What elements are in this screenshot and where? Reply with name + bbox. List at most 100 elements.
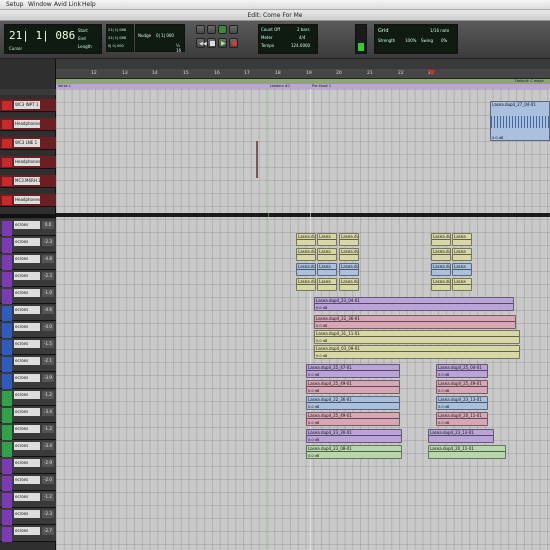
track-header[interactable]: ecroes -3.4 [0, 406, 56, 423]
track-name[interactable]: ecroes [14, 255, 40, 263]
track-io-label[interactable]: Headphones [14, 196, 40, 204]
grid-value[interactable]: 1/16 note [430, 28, 449, 33]
audio-clip[interactable]: Lasea.dup4_25_49-01 0.0 dB [436, 380, 488, 394]
track-volume[interactable]: -2.3 [42, 510, 54, 518]
play-button[interactable]: ▶ [218, 38, 227, 48]
track-header[interactable]: ecroes -1.5 [0, 338, 56, 355]
track-name[interactable]: ecroes [14, 476, 40, 484]
marker-leaders-1[interactable]: Leaders #1 [270, 84, 290, 88]
track-name[interactable]: ecroes [14, 357, 40, 365]
swing-value[interactable]: 0% [441, 38, 447, 43]
track-volume[interactable]: -3.4 [42, 408, 54, 416]
track-io-label[interactable]: Headphones [14, 158, 40, 166]
count-off-button[interactable] [207, 25, 216, 34]
track-volume[interactable]: 0.0 [42, 221, 54, 229]
track-header[interactable]: MC3.M6RH.1 [0, 175, 56, 188]
start-value[interactable]: 21| 1| 086 [108, 28, 126, 32]
menu-window[interactable]: Window [28, 1, 52, 8]
menu-avid-link[interactable]: Avid Link [54, 1, 81, 8]
track-volume[interactable]: -2.3 [42, 272, 54, 280]
audio-clip[interactable]: Lasea.dup4_25_04-01 0.0 dB [436, 364, 488, 378]
track-header[interactable]: ecroes 0.0 [0, 219, 56, 236]
track-name[interactable]: ecroes [14, 289, 40, 297]
track-header[interactable]: ecroes -2.3 [0, 236, 56, 253]
record-button[interactable] [229, 38, 238, 48]
track-header[interactable]: Headphones [0, 194, 56, 207]
zoom-value[interactable]: ½ 16 [176, 43, 184, 53]
track-header[interactable]: ecroes -3.4 [0, 440, 56, 457]
audio-clip[interactable]: Lasea.dup4_22_36-01 0.0 dB [314, 315, 516, 329]
audio-clip[interactable]: Lasea.dup4_23_13-01 [428, 429, 494, 443]
metronome-button[interactable] [229, 25, 238, 34]
track-header[interactable]: ecroes -2.7 [0, 525, 56, 542]
audio-clip[interactable]: Lasea.dup4_25_47-01 0.0 dB [306, 364, 400, 378]
track-header[interactable]: ecroes -2.3 [0, 508, 56, 525]
track-header[interactable]: ecroes -4.6 [0, 304, 56, 321]
track-name[interactable]: ecroes [14, 221, 40, 229]
edit-window-tracks[interactable]: Lasea.dup4_27_04-01 0.0 dB Lasea.dupLase… [56, 89, 550, 550]
audio-clip[interactable]: Lasea.dup4_23_08-01 0.0 dB [306, 445, 402, 459]
audio-clip[interactable]: Lasea [317, 278, 337, 291]
track-io-label[interactable]: Headphones [14, 120, 40, 128]
audio-clip[interactable]: Lasea.dup4_23_13-01 0.0 dB [436, 396, 488, 410]
track-volume[interactable]: -2.9 [42, 459, 54, 467]
track-header[interactable]: ecroes -2.9 [0, 457, 56, 474]
track-volume[interactable]: -1.2 [42, 493, 54, 501]
track-volume[interactable]: -3.9 [42, 374, 54, 382]
audio-clip[interactable]: Lasea [452, 248, 472, 261]
track-name[interactable]: ecroes [14, 306, 40, 314]
track-volume[interactable]: -1.2 [42, 391, 54, 399]
track-header[interactable]: ecroes -4.0 [0, 321, 56, 338]
main-counter[interactable]: 21| 1| 086 [9, 29, 75, 42]
playhead-marker-icon[interactable] [429, 70, 435, 75]
online-button[interactable] [196, 25, 205, 34]
strength-value[interactable]: 100% [405, 38, 416, 43]
audio-clip[interactable]: Lasea.dup [339, 233, 359, 246]
track-io-label[interactable]: MC3.M6RH.1 [14, 177, 40, 185]
track-name[interactable]: ecroes [14, 459, 40, 467]
track-volume[interactable]: -1.2 [42, 425, 54, 433]
audio-clip[interactable]: Lasea.dup4_20_11-01 0.0 dB [436, 412, 488, 426]
track-name[interactable]: ecroes [14, 425, 40, 433]
audio-clip[interactable]: Lasea.dup [296, 248, 316, 261]
track-header[interactable]: ecroes -1.2 [0, 389, 56, 406]
track-header[interactable]: WC3 INPT 1 [0, 99, 56, 112]
audio-clip[interactable]: Lasea.dup4_25_49-01 0.0 dB [306, 380, 400, 394]
audio-clip[interactable]: Lasea.dup4_23_04-01 0.0 dB [314, 297, 514, 311]
wait-for-note-button[interactable] [218, 25, 227, 34]
marker-verse-1[interactable]: Verse 1 [58, 84, 71, 88]
audio-clip[interactable]: Lasea.dup [339, 263, 359, 276]
track-volume[interactable]: -1.0 [42, 289, 54, 297]
audio-clip[interactable]: Lasea.dup4_25_49-01 0.0 dB [306, 412, 400, 426]
audio-clip[interactable]: Lasea.dup4_31_11-01 0.0 dB [314, 330, 520, 344]
track-volume[interactable]: -2.3 [42, 238, 54, 246]
track-volume[interactable]: -2.1 [42, 357, 54, 365]
audio-clip[interactable]: Lasea.dup [339, 278, 359, 291]
track-header[interactable]: ecroes -3.9 [0, 372, 56, 389]
rewind-button[interactable]: ◀◀ [196, 38, 207, 48]
audio-clip-top[interactable]: Lasea.dup4_27_04-01 0.0 dB [490, 101, 550, 141]
track-header[interactable]: WC3 LNE 1 [0, 137, 56, 150]
audio-clip[interactable]: Lasea.dup [431, 233, 451, 246]
audio-clip[interactable]: Lasea.dup [339, 248, 359, 261]
track-name[interactable]: ecroes [14, 408, 40, 416]
marker-pre-hook-1[interactable]: Pre-Hook 1 [312, 84, 331, 88]
track-io-label[interactable]: WC3 INPT 1 [14, 101, 40, 109]
track-volume[interactable]: -3.4 [42, 442, 54, 450]
menu-setup[interactable]: Setup [6, 1, 23, 8]
audio-clip[interactable]: Lasea [452, 278, 472, 291]
track-volume[interactable]: -4.0 [42, 323, 54, 331]
audio-clip[interactable]: Lasea.dup [431, 248, 451, 261]
track-name[interactable]: ecroes [14, 510, 40, 518]
audio-clip[interactable]: Lasea.dup [431, 263, 451, 276]
bars-beats-ruler[interactable]: 12 13 14 15 16 17 18 19 20 21 22 23 [56, 69, 550, 79]
audio-clip[interactable]: Lasea.dup4_23_30-01 0.0 dB [306, 429, 402, 443]
track-header[interactable]: ecroes -2.3 [0, 270, 56, 287]
audio-clip[interactable]: Lasea [452, 233, 472, 246]
audio-clip[interactable]: Lasea [317, 248, 337, 261]
track-header[interactable]: Headphones [0, 118, 56, 131]
track-name[interactable]: ecroes [14, 442, 40, 450]
audio-clip[interactable]: Lasea [317, 233, 337, 246]
track-name[interactable]: ecroes [14, 340, 40, 348]
tempo-value[interactable]: 124.0000 [291, 43, 310, 48]
